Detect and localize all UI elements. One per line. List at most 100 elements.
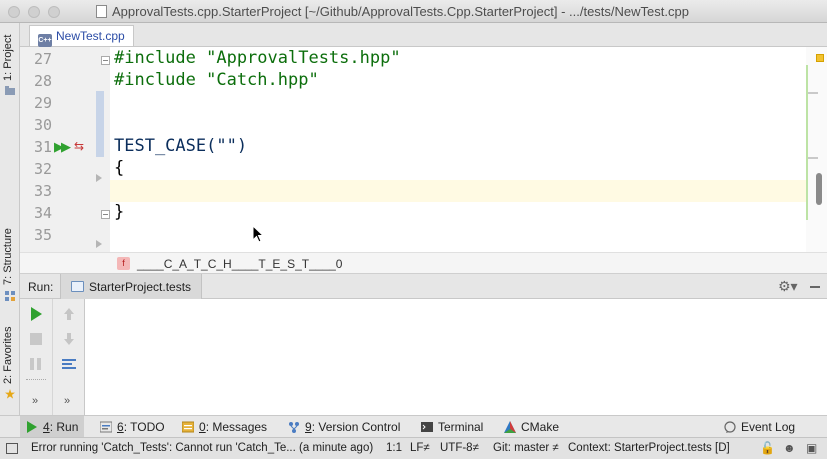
file-icon <box>96 5 107 18</box>
gear-icon[interactable]: ⚙▾ <box>778 278 798 295</box>
run-tab-label: StarterProject.tests <box>89 280 192 294</box>
tool-terminal[interactable]: Terminal <box>415 416 489 438</box>
mouse-pointer-icon <box>252 225 264 243</box>
pause-icon[interactable] <box>27 355 45 373</box>
function-icon: f <box>117 257 130 270</box>
run-panel-header: Run: StarterProject.tests ⚙▾ <box>20 274 827 299</box>
tab-label: NewTest.cpp <box>56 29 125 43</box>
tool-run-key: 4 <box>43 420 50 434</box>
cmake-icon <box>504 421 516 433</box>
project-tool-tab[interactable]: 1: Project <box>2 35 14 81</box>
close-window-button[interactable] <box>8 6 20 18</box>
status-bar: Error running 'Catch_Tests': Cannot run … <box>0 437 827 459</box>
stripe-mark <box>808 92 818 94</box>
test-config-icon <box>71 281 84 292</box>
fold-arrow-icon[interactable] <box>96 174 102 182</box>
title-bar: ApprovalTests.cpp.StarterProject [~/Gith… <box>0 0 827 23</box>
run-toolbar: » » <box>20 299 85 415</box>
tool-vcs-label: : Version Control <box>311 420 401 434</box>
tool-version-control[interactable]: 9: Version Control <box>282 416 406 438</box>
toolbar-divider <box>26 379 46 380</box>
git-branch[interactable]: Git: master ≠ <box>493 442 559 454</box>
project-tool-label: 1: Project <box>2 34 14 81</box>
structure-icon <box>5 291 15 301</box>
code-line[interactable]: } <box>114 202 124 222</box>
rerun-failed-icon[interactable]: ⇆ <box>74 139 84 153</box>
structure-tool-tab[interactable]: 7: Structure <box>2 228 14 285</box>
change-marker <box>96 135 104 157</box>
tool-event-log-label: Event Log <box>741 420 796 434</box>
tool-messages-key: 0 <box>199 420 206 434</box>
inspector-icon[interactable]: ☻ <box>783 441 796 455</box>
tool-terminal-label: Terminal <box>438 420 484 434</box>
lock-icon[interactable]: 🔓 <box>760 441 775 455</box>
cpp-file-icon: C++ <box>38 34 52 47</box>
messages-icon <box>182 421 194 433</box>
fold-marker-icon[interactable] <box>101 56 110 65</box>
run-console[interactable]: » » <box>20 299 827 415</box>
todo-icon <box>100 421 112 433</box>
tool-vcs-key: 9 <box>305 420 312 434</box>
editor-scrollbar[interactable] <box>816 173 822 205</box>
tool-run-label: : Run <box>49 420 79 434</box>
fold-marker-icon[interactable] <box>101 210 110 219</box>
line-number: 29 <box>33 94 52 112</box>
run-test-icon[interactable]: ▶▶ <box>54 139 71 155</box>
caret-position[interactable]: 1:1 <box>386 442 402 454</box>
tool-cmake[interactable]: CMake <box>498 416 565 438</box>
minimize-icon[interactable] <box>810 286 820 288</box>
tool-cmake-label: CMake <box>521 420 560 434</box>
change-marker <box>96 91 104 135</box>
arrow-down-icon[interactable] <box>60 330 78 348</box>
line-number: 35 <box>33 226 52 244</box>
run-panel-title: Run: <box>28 280 54 294</box>
tab-starterproject-tests[interactable]: StarterProject.tests <box>60 274 203 299</box>
breadcrumb: f ____C_A_T_C_H____T_E_S_T____0 <box>20 252 827 274</box>
favorites-tool-label: 2: Favorites <box>2 326 14 384</box>
stop-icon[interactable] <box>27 330 45 348</box>
favorites-tool-tab[interactable]: 2: Favorites <box>2 327 14 384</box>
breadcrumb-item[interactable]: ____C_A_T_C_H____T_E_S_T____0 <box>137 257 342 271</box>
file-encoding[interactable]: UTF-8≠ <box>440 442 479 454</box>
toolbar-divider <box>52 299 53 415</box>
tool-messages[interactable]: 0: Messages <box>176 416 273 438</box>
status-message[interactable]: Error running 'Catch_Tests': Cannot run … <box>31 442 373 454</box>
tab-newtest-cpp[interactable]: C++ NewTest.cpp <box>29 25 134 47</box>
memory-icon[interactable]: ▣ <box>806 441 817 455</box>
tool-run[interactable]: 4: Run <box>20 416 85 438</box>
tool-windows-toggle-icon[interactable] <box>6 443 18 454</box>
arrow-up-icon[interactable] <box>60 305 78 323</box>
tool-todo-label: : TODO <box>123 420 165 434</box>
rerun-icon[interactable] <box>27 305 45 323</box>
line-number: 33 <box>33 182 52 200</box>
code-line[interactable]: { <box>114 158 124 178</box>
left-tool-strip: 1: Project 7: Structure 2: Favorites <box>0 23 20 415</box>
fold-arrow-icon[interactable] <box>96 240 102 248</box>
line-number: 31 <box>33 138 52 156</box>
line-number: 27 <box>33 50 52 68</box>
inspection-status-icon[interactable] <box>816 54 824 62</box>
tool-todo[interactable]: 6: TODO <box>94 416 171 438</box>
folder-icon <box>5 86 15 95</box>
context-selector[interactable]: Context: StarterProject.tests [D] <box>568 442 730 454</box>
more-actions-icon[interactable]: » <box>32 395 38 407</box>
more-actions-icon[interactable]: » <box>64 395 70 407</box>
window-title-text: ApprovalTests.cpp.StarterProject [~/Gith… <box>112 4 689 19</box>
tool-event-log[interactable]: Event Log <box>718 416 801 438</box>
star-icon <box>5 389 15 399</box>
code-line[interactable]: #include "ApprovalTests.hpp" <box>114 48 401 68</box>
code-editor[interactable]: 27 28 29 30 31 32 33 34 35 ▶▶ ⇆ #include… <box>20 47 827 252</box>
zoom-window-button[interactable] <box>48 6 60 18</box>
code-line[interactable]: TEST_CASE("") <box>114 136 247 156</box>
minimize-window-button[interactable] <box>28 6 40 18</box>
error-stripe[interactable] <box>806 47 827 252</box>
line-number: 30 <box>33 116 52 134</box>
structure-tool-label: 7: Structure <box>2 228 14 285</box>
editor-tab-bar: C++ NewTest.cpp <box>20 23 827 47</box>
window-title: ApprovalTests.cpp.StarterProject [~/Gith… <box>96 4 689 19</box>
line-number: 34 <box>33 204 52 222</box>
code-line[interactable]: #include "Catch.hpp" <box>114 70 319 90</box>
soft-wrap-icon[interactable] <box>60 355 78 373</box>
tool-messages-label: : Messages <box>205 420 268 434</box>
line-separator[interactable]: LF≠ <box>410 442 430 454</box>
